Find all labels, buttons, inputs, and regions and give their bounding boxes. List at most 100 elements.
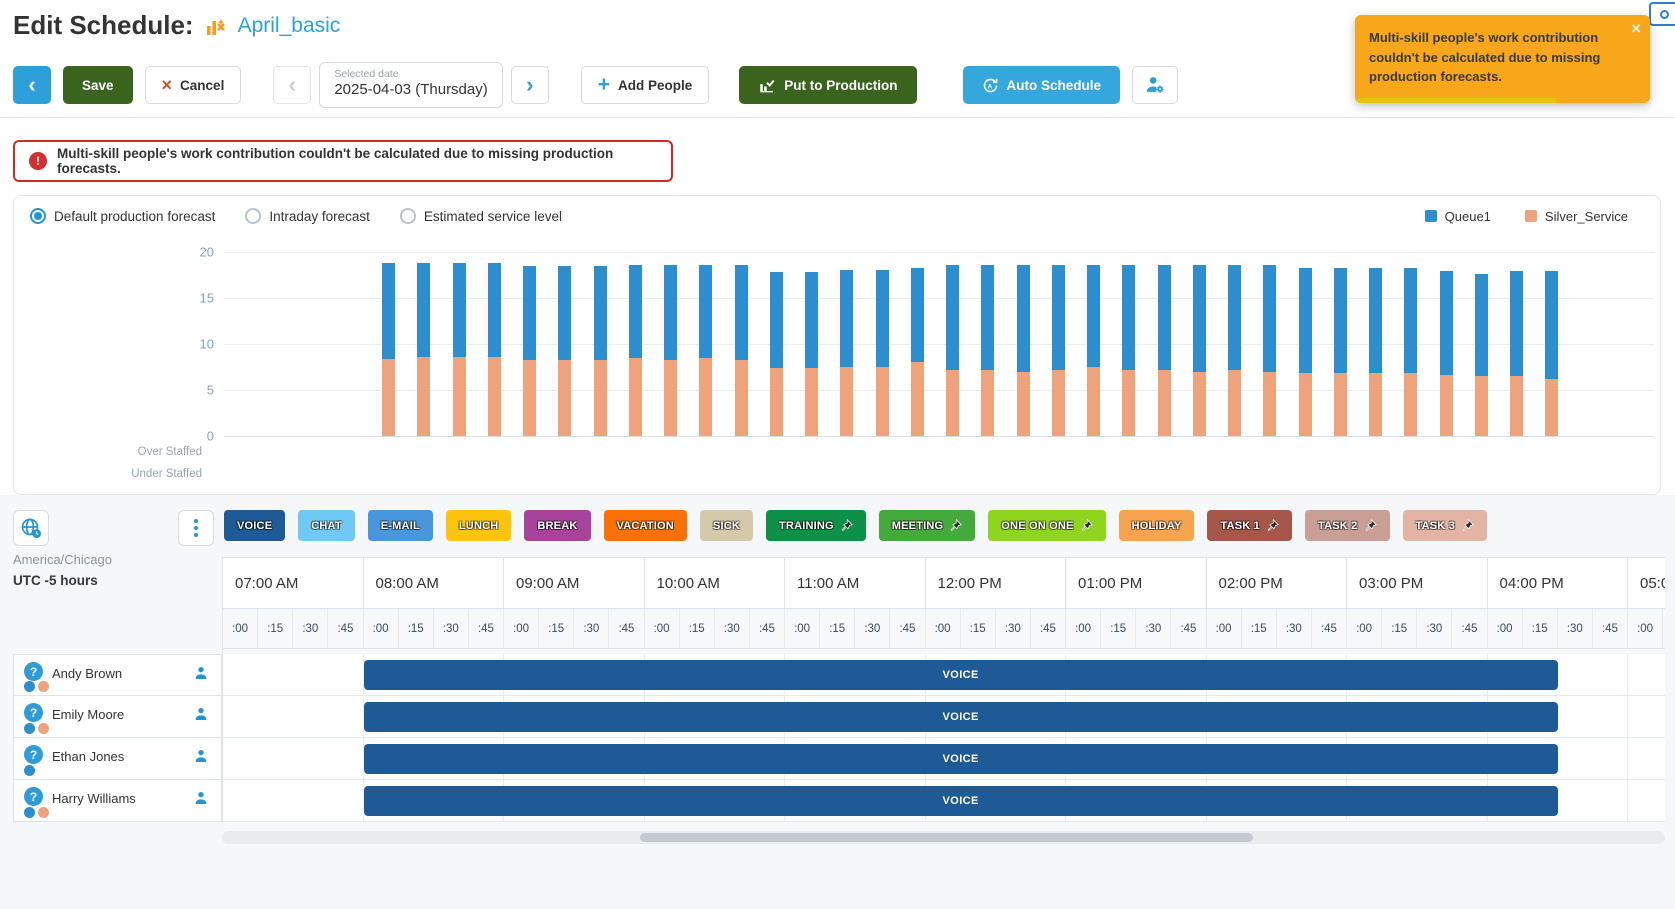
- schedule-rows: VOICE VOICE VOICE VOICE: [223, 654, 1665, 822]
- stacked-bar: [1122, 265, 1135, 436]
- schedule-cell[interactable]: [223, 738, 364, 779]
- person-cell-emily-moore[interactable]: ?Emily Moore: [13, 696, 222, 738]
- legend-item-silver-service[interactable]: Silver_Service: [1525, 209, 1628, 224]
- bar-silver-service-segment: [1158, 370, 1171, 436]
- quarter-header-cell: :45: [1312, 609, 1347, 649]
- quarter-header-cell: :30: [293, 609, 328, 649]
- save-button[interactable]: Save: [63, 66, 133, 104]
- quarter-header-cell: :00: [223, 609, 258, 649]
- shift-bar-voice[interactable]: VOICE: [364, 744, 1558, 774]
- bar-queue1-segment: [911, 268, 924, 363]
- timezone-globe-button[interactable]: [13, 510, 49, 546]
- screen-capture-icon[interactable]: [1649, 2, 1675, 26]
- shift-bar-voice[interactable]: VOICE: [364, 702, 1558, 732]
- activity-button-lunch[interactable]: LUNCH: [446, 510, 512, 541]
- error-message: Multi-skill people's work contribution c…: [57, 146, 657, 176]
- radio-estimated-service-level[interactable]: Estimated service level: [400, 208, 562, 224]
- bar-queue1-segment: [1017, 265, 1030, 372]
- hour-header-cell: 02:00 PM: [1207, 557, 1348, 609]
- activity-button-e-mail[interactable]: E-MAIL: [368, 510, 433, 541]
- add-people-button[interactable]: + Add People: [581, 66, 710, 104]
- activity-button-holiday[interactable]: HOLIDAY: [1119, 510, 1195, 541]
- person-cell-andy-brown[interactable]: ?Andy Brown: [13, 654, 222, 696]
- radio-default-production-forecast[interactable]: Default production forecast: [30, 208, 215, 224]
- activity-button-chat[interactable]: CHAT: [298, 510, 355, 541]
- quarter-header-cell: :15: [539, 609, 574, 649]
- stacked-bar: [558, 266, 571, 436]
- people-name-column: ?Andy Brown?Emily Moore?Ethan Jones?Harr…: [13, 654, 222, 822]
- cancel-x-icon: ×: [162, 75, 173, 96]
- chart-legend: Queue1 Silver_Service: [1425, 209, 1644, 224]
- stacked-bar: [1263, 265, 1276, 436]
- bar-queue1-segment: [1052, 265, 1065, 370]
- schedule-cell[interactable]: [1628, 738, 1665, 779]
- previous-date-icon: ‹: [289, 74, 296, 96]
- activity-button-break[interactable]: BREAK: [524, 510, 590, 541]
- bar-queue1-segment: [1122, 265, 1135, 370]
- next-date-button[interactable]: ›: [511, 66, 549, 104]
- radio-intraday-forecast[interactable]: Intraday forecast: [245, 208, 370, 224]
- put-to-production-button[interactable]: Put to Production: [739, 66, 916, 104]
- activity-button-voice[interactable]: VOICE: [224, 510, 285, 541]
- person-icon[interactable]: [193, 790, 209, 811]
- hour-header-cell: 10:00 AM: [645, 557, 786, 609]
- previous-date-button[interactable]: ‹: [273, 66, 311, 104]
- queue-dot-silver-service: [38, 681, 49, 692]
- schedule-cell[interactable]: [1628, 654, 1665, 695]
- cancel-button[interactable]: × Cancel: [145, 66, 242, 104]
- person-icon[interactable]: [193, 706, 209, 727]
- production-chart-check-icon: [758, 76, 776, 94]
- edit-schedule-screen: Edit Schedule: April_basic ‹ Save × Canc…: [0, 0, 1675, 909]
- hour-header-cell: 08:00 AM: [364, 557, 505, 609]
- quarter-header-cell: :00: [645, 609, 680, 649]
- shift-bar-voice[interactable]: VOICE: [364, 660, 1558, 690]
- row-options-button[interactable]: [178, 510, 214, 546]
- forecast-chart-card: Default production forecast Intraday fore…: [13, 195, 1661, 495]
- person-name: Ethan Jones: [52, 749, 124, 764]
- activity-button-task-2[interactable]: TASK 2: [1305, 510, 1390, 541]
- horizontal-scrollbar[interactable]: [222, 831, 1665, 844]
- bar-silver-service-segment: [594, 360, 607, 436]
- bar-silver-service-segment: [1545, 379, 1558, 436]
- toast-close-icon[interactable]: ×: [1631, 20, 1641, 37]
- hour-header-cell: 03:00 PM: [1347, 557, 1488, 609]
- activity-button-sick[interactable]: SICK: [700, 510, 753, 541]
- shift-bar-voice[interactable]: VOICE: [364, 786, 1558, 816]
- people-settings-button[interactable]: [1132, 66, 1178, 104]
- bar-queue1-segment: [1369, 268, 1382, 374]
- auto-schedule-button[interactable]: A Auto Schedule: [963, 66, 1121, 104]
- scrollbar-thumb[interactable]: [640, 833, 1253, 842]
- bar-queue1-segment: [1263, 265, 1276, 372]
- activity-button-vacation[interactable]: VACATION: [604, 510, 687, 541]
- stacked-bar: [1545, 271, 1558, 436]
- person-cell-harry-williams[interactable]: ?Harry Williams: [13, 780, 222, 822]
- bar-queue1-segment: [1404, 268, 1417, 374]
- legend-label: Queue1: [1445, 209, 1491, 224]
- activity-button-meeting[interactable]: MEETING: [879, 510, 976, 541]
- person-icon[interactable]: [193, 748, 209, 769]
- schedule-cell[interactable]: [223, 654, 364, 695]
- quarter-header-cell: :15: [1663, 609, 1665, 649]
- schedule-cell[interactable]: [1628, 696, 1665, 737]
- back-button[interactable]: ‹: [13, 66, 51, 104]
- schedule-name[interactable]: April_basic: [238, 14, 341, 38]
- activity-button-training[interactable]: TRAINING: [766, 510, 866, 541]
- bar-silver-service-segment: [699, 358, 712, 436]
- selected-date-field[interactable]: Selected date 2025-04-03 (Thursday): [319, 62, 502, 108]
- bar-silver-service-segment: [1404, 373, 1417, 436]
- schedule-cell[interactable]: [223, 696, 364, 737]
- y-axis-tick: 5: [172, 383, 214, 398]
- activity-button-one-on-one[interactable]: ONE ON ONE: [988, 510, 1105, 541]
- bar-silver-service-segment: [1475, 376, 1488, 436]
- quarter-header-cell: :45: [328, 609, 363, 649]
- selected-date-label: Selected date: [334, 68, 487, 80]
- legend-item-queue1[interactable]: Queue1: [1425, 209, 1491, 224]
- activity-button-task-1[interactable]: TASK 1: [1207, 510, 1292, 541]
- schedule-cell[interactable]: [223, 780, 364, 821]
- quarter-header-cell: :00: [926, 609, 961, 649]
- person-cell-ethan-jones[interactable]: ?Ethan Jones: [13, 738, 222, 780]
- person-icon[interactable]: [193, 665, 209, 686]
- activity-button-task-3[interactable]: TASK 3: [1403, 510, 1488, 541]
- quarter-header-cell: :15: [820, 609, 855, 649]
- schedule-cell[interactable]: [1628, 780, 1665, 821]
